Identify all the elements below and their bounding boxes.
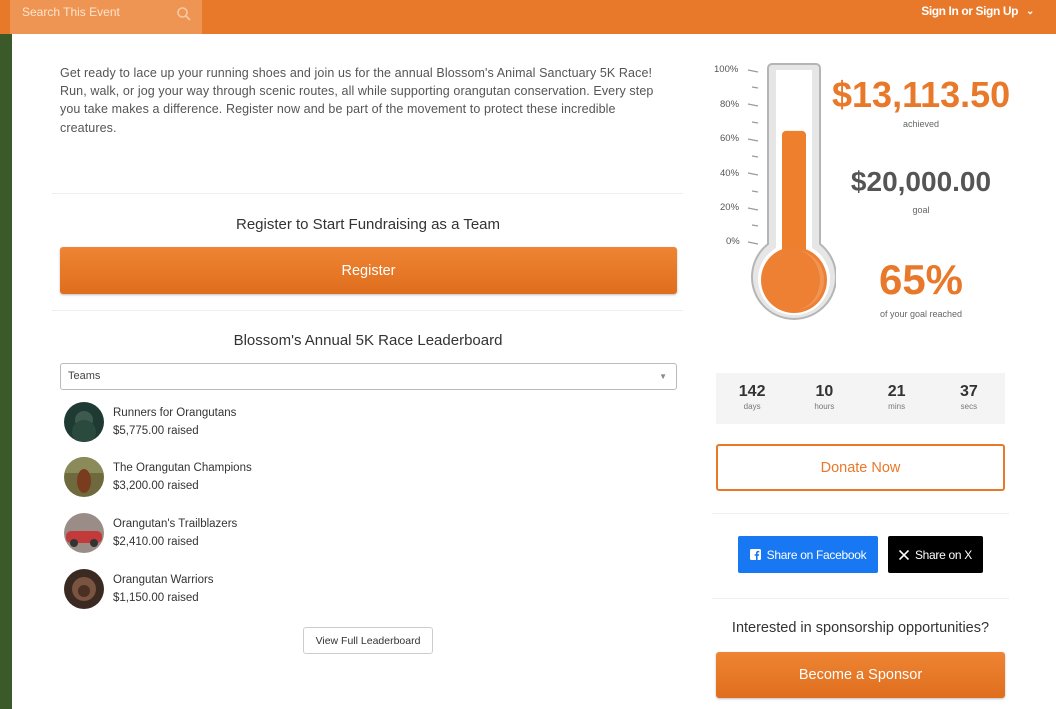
leaderboard-title: Blossom's Annual 5K Race Leaderboard: [233, 332, 503, 349]
donate-now-button[interactable]: Donate Now: [716, 444, 1005, 491]
countdown-secs: 37 secs: [933, 373, 1005, 424]
search-icon[interactable]: [176, 6, 192, 22]
share-x-label: Share on X: [914, 547, 973, 562]
countdown-unit: mins: [888, 402, 906, 411]
leaderboard-team[interactable]: The Orangutan Champions $3,200.00 raised: [64, 457, 464, 499]
scale-label: 20%: [720, 202, 740, 213]
view-full-leaderboard-button[interactable]: View Full Leaderboard: [303, 627, 433, 654]
countdown-unit: days: [743, 402, 761, 411]
achieved-label: achieved: [902, 119, 940, 129]
team-avatar: [64, 402, 104, 442]
goal-percent: 65%: [878, 256, 964, 303]
goal-amount: $20,000.00: [850, 166, 992, 197]
countdown-value: 10: [815, 383, 834, 400]
team-name[interactable]: The Orangutan Champions: [113, 462, 252, 474]
team-name[interactable]: Orangutan's Trailblazers: [113, 518, 237, 530]
divider: [52, 310, 683, 311]
sponsorship-question: Interested in sponsorship opportunities?: [731, 620, 990, 636]
share-facebook-button[interactable]: Share on Facebook: [738, 536, 878, 573]
countdown-days: 142 days: [716, 373, 788, 424]
search-input[interactable]: [22, 0, 172, 24]
search-box[interactable]: [10, 0, 202, 34]
countdown-unit: hours: [814, 402, 835, 411]
scale-label: 0%: [726, 236, 740, 247]
team-raised: $2,410.00 raised: [113, 536, 199, 548]
thermometer-icon: [747, 63, 836, 320]
select-value: Teams: [68, 370, 101, 382]
goal-percent-label: of your goal reached: [879, 309, 963, 319]
countdown-value: 142: [738, 383, 766, 400]
countdown-value: 21: [887, 383, 906, 400]
team-raised: $3,200.00 raised: [113, 480, 199, 492]
team-avatar: [64, 569, 104, 609]
event-description: Get ready to lace up your running shoes …: [60, 66, 654, 135]
share-x-button[interactable]: Share on X: [888, 536, 983, 573]
leaderboard-team[interactable]: Runners for Orangutans $5,775.00 raised: [64, 402, 464, 444]
countdown-value: 37: [959, 383, 978, 400]
scale-label: 60%: [720, 133, 740, 144]
divider: [712, 598, 1009, 599]
scale-label: 80%: [720, 99, 740, 110]
team-avatar: [64, 513, 104, 553]
countdown-timer: 142 days 10 hours 21 mins 37 secs: [716, 373, 1005, 424]
signin-label[interactable]: Sign In or Sign Up: [921, 4, 1018, 18]
achieved-amount: $13,113.50: [832, 74, 1011, 115]
team-raised: $5,775.00 raised: [113, 425, 199, 437]
facebook-icon: [749, 549, 761, 560]
goal-label: goal: [912, 205, 930, 215]
team-name[interactable]: Orangutan Warriors: [113, 574, 214, 586]
chevron-down-icon[interactable]: ⌄: [1026, 6, 1034, 17]
signin-menu[interactable]: Sign In or Sign Up ⌄: [921, 4, 1034, 18]
divider: [52, 193, 683, 194]
leaderboard-filter-select[interactable]: Teams ▼: [60, 363, 677, 390]
scale-label: 100%: [714, 64, 739, 75]
dropdown-arrow-icon: ▼: [659, 372, 667, 381]
countdown-unit: secs: [960, 402, 978, 411]
register-section-title: Register to Start Fundraising as a Team: [235, 216, 501, 233]
leaderboard-team[interactable]: Orangutan's Trailblazers $2,410.00 raise…: [64, 513, 464, 555]
top-bar: Sign In or Sign Up ⌄: [0, 0, 1056, 34]
team-name[interactable]: Runners for Orangutans: [113, 407, 236, 419]
divider: [712, 513, 1009, 514]
scale-label: 40%: [720, 168, 740, 179]
team-avatar: [64, 457, 104, 497]
countdown-mins: 21 mins: [861, 373, 933, 424]
become-sponsor-button[interactable]: Become a Sponsor: [716, 652, 1005, 698]
share-facebook-label: Share on Facebook: [766, 547, 867, 562]
main-content: Get ready to lace up your running shoes …: [12, 34, 1056, 709]
leaderboard-team[interactable]: Orangutan Warriors $1,150.00 raised: [64, 569, 464, 611]
register-button[interactable]: Register: [60, 247, 677, 294]
x-icon: [898, 549, 909, 560]
countdown-hours: 10 hours: [788, 373, 860, 424]
team-raised: $1,150.00 raised: [113, 592, 199, 604]
